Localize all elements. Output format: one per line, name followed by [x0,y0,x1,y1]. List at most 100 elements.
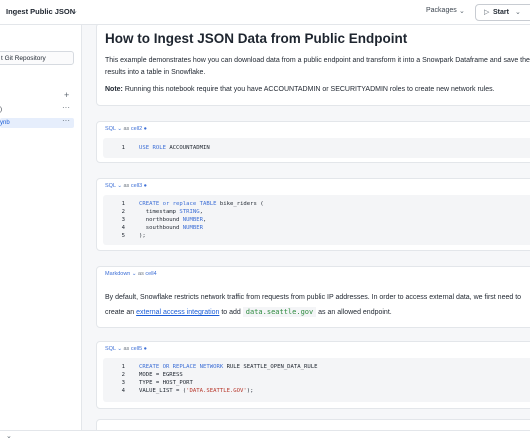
markdown-cell-intro[interactable]: How to Ingest JSON Data from Public Endp… [96,25,530,106]
cell-header: SQL ⌄ as cell5 ● [105,346,147,352]
git-repository-label: t Git Repository [1,54,46,62]
chevron-down-icon[interactable]: ⌄ [6,432,12,440]
sql-cell[interactable]: SQL ⌄ as cell3 ● 1 CREATE or replace TABL… [96,178,530,251]
code-token: CREATE OR REPLACE NETWORK [139,364,227,370]
cell-language[interactable]: SQL [105,183,116,189]
code-token: CREATE [139,201,163,207]
cell-name[interactable]: cell4 [145,271,156,277]
intro-heading: How to Ingest JSON Data from Public Endp… [105,31,408,46]
code-line[interactable]: 3 TYPE = HOST_PORT [103,379,193,387]
cell-name[interactable]: cell3 [131,183,142,189]
code-line[interactable]: 3 northbound NUMBER, [103,216,207,224]
note-text: Running this notebook require that you h… [122,86,495,93]
line-number: 4 [121,225,125,231]
sql-cell[interactable]: SQL ⌄ as cell5 ● 1 CREATE OR REPLACE NETW… [96,341,530,409]
code-token: TYPE = HOST_PORT [139,380,193,386]
markdown-body: By default, Snowflake restricts network … [105,290,530,320]
cell-as-label: as [123,126,130,132]
code-token: bike_riders ( [219,201,264,207]
cell-name[interactable]: cell2 [131,126,142,132]
line-number: 2 [121,209,125,215]
line-number: 1 [121,364,125,370]
code-token: RULE SEATTLE_OPEN_DATA_RULE [226,364,318,370]
sidebar-item-label: ) [0,106,2,113]
chevron-down-icon[interactable]: ⌄ [132,271,137,277]
cell-as-label: as [138,271,144,277]
cell-language[interactable]: SQL [105,126,116,132]
code-line[interactable]: 1 CREATE or replace TABLE bike_riders ( [103,200,264,208]
line-number: 3 [121,217,125,223]
markdown-cell[interactable]: Markdown ⌄ as cell4 By default, Snowflak… [96,266,530,328]
more-options-icon[interactable]: ··· [62,103,70,112]
markdown-text: as an allowed endpoint. [316,309,392,316]
chevron-down-icon[interactable]: ⌄ [117,126,122,132]
code-token: , [199,209,204,215]
notebook-title[interactable]: Ingest Public JSON [6,7,75,16]
line-number: 3 [121,380,125,386]
line-number: 1 [121,145,125,151]
code-line[interactable]: 1 USE ROLE ACCOUNTADMIN [103,144,210,152]
code-line[interactable]: 4 southbound NUMBER [103,224,203,232]
cell-name[interactable]: cell5 [131,346,142,352]
code-token: southbound [139,225,183,231]
code-token: VALUE_LIST = ( [139,388,187,394]
inline-code: data.seattle.gov [242,307,317,317]
chevron-down-icon[interactable]: ⌄ [72,7,78,15]
sidebar-item-active[interactable]: ynb ··· [0,116,74,128]
code-editor[interactable]: 1 USE ROLE ACCOUNTADMIN [103,138,530,158]
code-token: replace [172,201,200,207]
code-line[interactable]: 2 MODE = EGRESS [103,371,183,379]
code-token: ); [139,233,146,239]
code-token: ACCOUNTADMIN [169,145,210,151]
note-label: Note: [105,86,123,93]
sql-cell[interactable]: SQL ⌄ as cell2 ● 1 USE ROLE ACCOUNTADMIN [96,121,530,163]
sidebar: t Git Repository + ) ··· ynb ··· [0,25,82,430]
code-token: , [203,217,207,223]
code-line[interactable]: 5); [103,232,146,240]
code-token: or [162,201,173,207]
notebook-main: How to Ingest JSON Data from Public Endp… [82,25,530,430]
cell-language[interactable]: Markdown [105,271,130,277]
cell-header: SQL ⌄ as cell2 ● [105,126,147,132]
code-line[interactable]: 2 timestamp STRING, [103,208,203,216]
code-token: TABLE [199,201,220,207]
more-options-icon[interactable]: ··· [62,116,70,125]
code-token: USE ROLE [139,145,170,151]
line-number: 2 [121,372,125,378]
sidebar-item-label: ynb [0,119,10,126]
chevron-down-icon[interactable]: ⌄ [117,346,122,352]
start-button[interactable]: ▷ Start ⌄ [475,4,530,21]
external-access-link[interactable]: external access integration [136,309,219,316]
sidebar-item[interactable]: ) ··· [0,103,74,115]
code-token: 'DATA.SEATTLE.GOV' [186,388,247,394]
code-editor[interactable]: 1 CREATE OR REPLACE NETWORK RULE SEATTLE_… [103,358,530,402]
sql-cell-next[interactable] [96,419,530,430]
code-token: MODE = EGRESS [139,372,183,378]
play-icon: ▷ [484,9,490,16]
line-number: 4 [121,388,125,394]
code-line[interactable]: 1 CREATE OR REPLACE NETWORK RULE SEATTLE_… [103,363,318,371]
cell-header: Markdown ⌄ as cell4 [105,271,157,277]
bottom-bar: ⌄ [0,430,530,442]
chevron-down-icon[interactable]: ⌄ [515,8,521,16]
code-editor[interactable]: 1 CREATE or replace TABLE bike_riders ( 2 … [103,195,530,245]
code-token: NUMBER [182,217,203,223]
git-repository-button[interactable]: t Git Repository [0,51,74,65]
start-label: Start [493,8,509,16]
code-token: timestamp [139,209,180,215]
line-number: 5 [121,233,125,239]
intro-paragraph: This example demonstrates how you can do… [105,57,530,76]
line-number: 1 [121,201,125,207]
code-line[interactable]: 4 VALUE_LIST = ('DATA.SEATTLE.GOV'); [103,387,254,395]
status-dot-icon: ● [143,183,147,189]
chevron-down-icon[interactable]: ⌄ [459,7,465,15]
chevron-down-icon[interactable]: ⌄ [117,183,122,189]
cell-language[interactable]: SQL [105,346,116,352]
top-bar: Ingest Public JSON ⌄ Packages ⌄ ▷ Start … [0,0,530,25]
plus-icon[interactable]: + [64,90,69,100]
code-token: STRING [179,209,200,215]
packages-button[interactable]: Packages [426,7,457,14]
cell-as-label: as [123,183,130,189]
status-dot-icon: ● [143,126,147,132]
code-token: NUMBER [182,225,203,231]
